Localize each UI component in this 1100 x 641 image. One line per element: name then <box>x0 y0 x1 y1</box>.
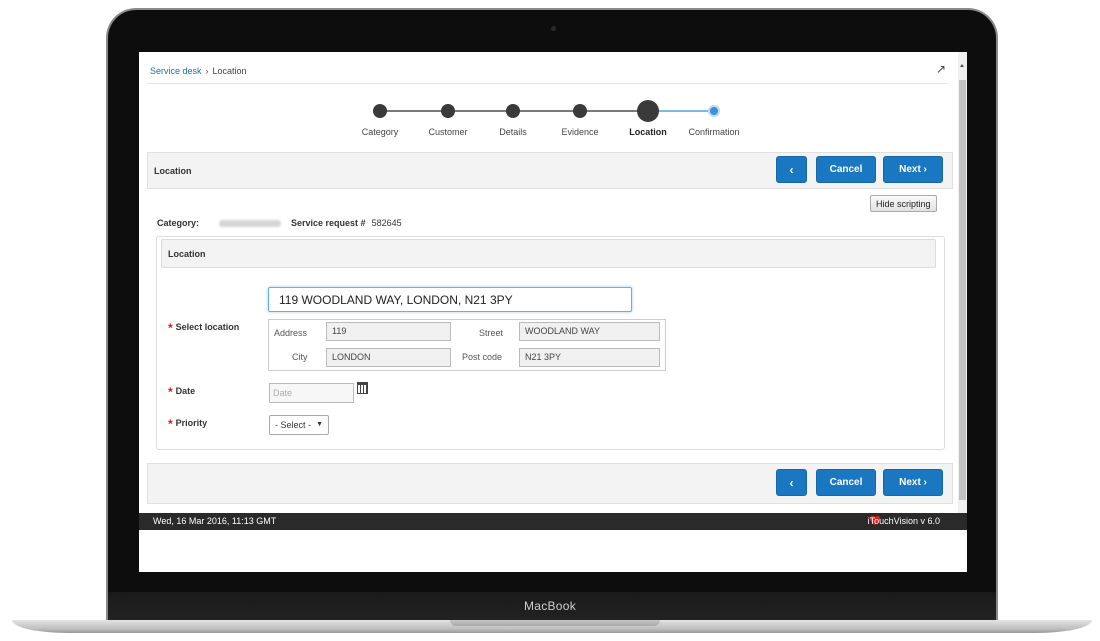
location-section-title: Location <box>168 249 206 259</box>
back-button[interactable]: ‹ <box>776 156 807 183</box>
breadcrumb-separator: › <box>205 66 209 76</box>
back-button-bottom[interactable]: ‹ <box>776 469 807 496</box>
required-star: * <box>168 321 173 335</box>
priority-label: * Priority <box>168 417 208 431</box>
address-field[interactable]: 119 <box>326 322 451 341</box>
next-button[interactable]: Next › <box>883 156 943 183</box>
divider <box>147 83 947 84</box>
street-label: Street <box>479 328 504 338</box>
category-label: Category: <box>157 218 200 228</box>
location-section-header: Location <box>161 239 936 268</box>
cancel-button-bottom[interactable]: Cancel <box>816 469 876 496</box>
breadcrumb-service-desk[interactable]: Service desk <box>150 66 202 76</box>
postcode-label: Post code <box>462 352 503 362</box>
step-dot-category <box>373 104 387 118</box>
next-button-bottom[interactable]: Next › <box>883 469 943 496</box>
date-input[interactable]: Date <box>269 383 354 403</box>
required-star: * <box>168 417 173 431</box>
hide-scripting-button[interactable]: Hide scripting <box>870 195 937 212</box>
calendar-icon[interactable] <box>357 382 368 394</box>
app-screen: Service desk › Location ↗ Category Custome… <box>139 52 967 572</box>
address-label: Address <box>274 328 308 338</box>
city-field[interactable]: LONDON <box>326 348 451 367</box>
cancel-button[interactable]: Cancel <box>816 156 876 183</box>
postcode-field[interactable]: N21 3PY <box>519 348 660 367</box>
step-dot-details <box>506 104 520 118</box>
service-request-number: 582645 <box>371 218 402 228</box>
scrollbar-thumb[interactable] <box>959 80 966 500</box>
service-request-label: Service request # <box>291 218 366 228</box>
version-label: iTouchVision v 6.0 <box>867 516 940 526</box>
timestamp: Wed, 16 Mar 2016, 11:13 GMT <box>153 516 277 526</box>
chevron-down-icon: ▼ <box>316 421 323 428</box>
required-star: * <box>168 385 173 399</box>
collapse-icon[interactable]: ↗ <box>936 62 946 76</box>
category-value-redacted <box>219 220 282 228</box>
request-meta: Category: Service request # 582645 <box>157 218 402 228</box>
camera <box>551 26 556 31</box>
scroll-up-icon[interactable] <box>960 64 964 67</box>
breadcrumb: Service desk › Location <box>150 66 247 76</box>
select-location-label: * Select location <box>168 321 240 335</box>
status-bar: Wed, 16 Mar 2016, 11:13 GMT iTouchVision… <box>139 513 967 530</box>
step-dot-evidence <box>573 104 587 118</box>
street-field[interactable]: WOODLAND WAY <box>519 322 660 341</box>
address-search-input[interactable]: 119 WOODLAND WAY, LONDON, N21 3PY <box>268 287 632 312</box>
date-label: * Date <box>168 385 196 399</box>
step-dot-confirmation <box>708 105 720 117</box>
laptop-brand: MacBook <box>523 599 577 613</box>
city-label: City <box>292 352 308 362</box>
priority-select[interactable]: - Select - ▼ <box>269 415 329 435</box>
laptop-base-notch <box>450 620 660 626</box>
breadcrumb-current: Location <box>212 66 247 76</box>
vertical-scrollbar[interactable] <box>958 52 967 530</box>
step-dot-customer <box>441 104 455 118</box>
panel-title: Location <box>154 166 192 176</box>
step-label-confirmation: Confirmation <box>688 127 740 137</box>
step-dot-location <box>637 100 659 122</box>
